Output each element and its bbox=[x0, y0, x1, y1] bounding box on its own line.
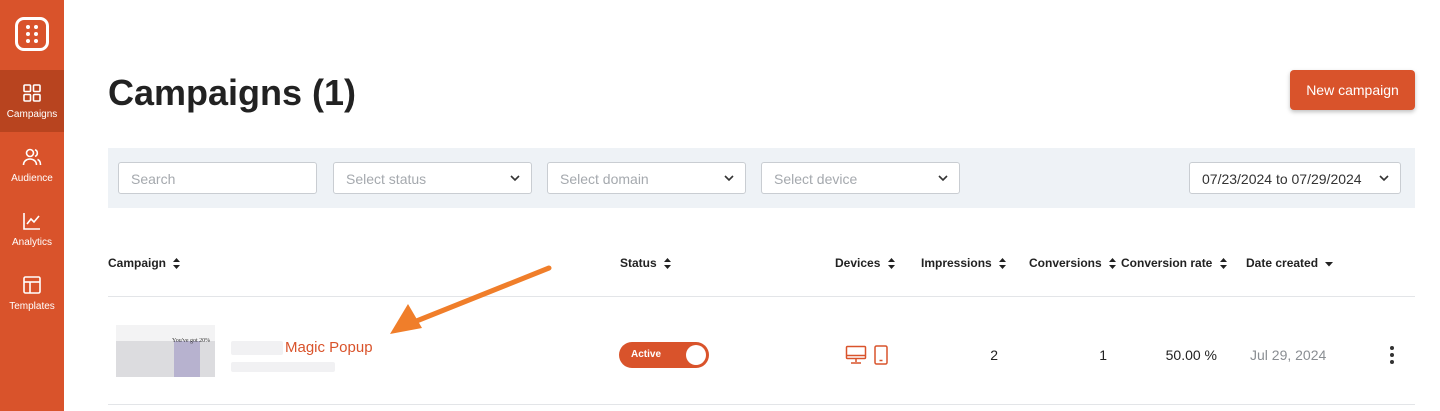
annotation-arrow-icon bbox=[390, 265, 552, 334]
sidebar-item-label: Analytics bbox=[11, 237, 52, 248]
status-select[interactable]: Select status bbox=[333, 162, 532, 194]
search-input[interactable]: Search bbox=[118, 162, 317, 194]
sidebar-item-analytics[interactable]: Analytics bbox=[0, 198, 64, 260]
sort-icon bbox=[173, 258, 181, 270]
new-campaign-button[interactable]: New campaign bbox=[1290, 70, 1415, 110]
sort-icon bbox=[999, 258, 1007, 270]
date-range-picker[interactable]: 07/23/2024 to 07/29/2024 bbox=[1189, 162, 1401, 194]
status-select-placeholder: Select status bbox=[346, 171, 427, 187]
domain-select-placeholder: Select domain bbox=[560, 171, 649, 187]
column-header-conversions[interactable]: Conversions bbox=[1029, 256, 1117, 270]
domain-select[interactable]: Select domain bbox=[547, 162, 746, 194]
column-header-status[interactable]: Status bbox=[620, 256, 672, 270]
campaign-thumbnail[interactable]: You've got 20% bbox=[116, 325, 215, 377]
chevron-down-icon bbox=[510, 175, 520, 182]
column-header-conversion-rate[interactable]: Conversion rate bbox=[1121, 256, 1227, 270]
column-header-label: Devices bbox=[835, 256, 881, 270]
grid-icon bbox=[23, 84, 41, 102]
impressions-value: 2 bbox=[990, 347, 998, 363]
date-range-value: 07/23/2024 to 07/29/2024 bbox=[1202, 171, 1362, 187]
device-select-placeholder: Select device bbox=[774, 171, 858, 187]
sort-icon bbox=[1219, 258, 1227, 270]
sort-desc-icon bbox=[1325, 261, 1334, 267]
search-placeholder: Search bbox=[131, 171, 176, 187]
column-header-impressions[interactable]: Impressions bbox=[921, 256, 1007, 270]
filter-bar: Search Select status Select domain Selec… bbox=[108, 148, 1415, 208]
column-header-label: Impressions bbox=[921, 256, 992, 270]
column-header-date-created[interactable]: Date created bbox=[1246, 256, 1334, 270]
sidebar-item-label: Campaigns bbox=[6, 109, 58, 120]
column-header-label: Status bbox=[620, 256, 657, 270]
chevron-down-icon bbox=[724, 175, 734, 182]
status-toggle-label: Active bbox=[631, 349, 662, 360]
sidebar-item-audience[interactable]: Audience bbox=[0, 134, 64, 196]
chevron-down-icon bbox=[938, 175, 948, 182]
desktop-icon bbox=[845, 345, 867, 364]
column-header-label: Campaign bbox=[108, 256, 167, 270]
row-divider bbox=[108, 404, 1415, 405]
conversions-value: 1 bbox=[1099, 347, 1107, 363]
page-title: Campaigns (1) bbox=[108, 72, 357, 113]
conversion-rate-value: 50.00 % bbox=[1165, 347, 1217, 363]
device-select[interactable]: Select device bbox=[761, 162, 960, 194]
chevron-down-icon bbox=[1379, 175, 1389, 182]
logo-icon[interactable] bbox=[15, 17, 49, 51]
sort-icon bbox=[887, 258, 895, 270]
date-created-value: Jul 29, 2024 bbox=[1250, 347, 1327, 363]
blurred-text bbox=[231, 341, 283, 355]
column-header-label: Date created bbox=[1246, 256, 1319, 270]
users-icon bbox=[22, 148, 42, 166]
sidebar-item-label: Templates bbox=[9, 301, 55, 312]
blurred-text bbox=[231, 362, 335, 372]
column-header-devices[interactable]: Devices bbox=[835, 256, 895, 270]
thumbnail-text: You've got 20% bbox=[172, 338, 211, 344]
layout-icon bbox=[23, 276, 41, 294]
header-divider bbox=[108, 296, 1415, 297]
sort-icon bbox=[1109, 258, 1117, 270]
sidebar-item-templates[interactable]: Templates bbox=[0, 262, 64, 324]
sort-icon bbox=[664, 258, 672, 270]
chart-line-icon bbox=[23, 213, 40, 230]
column-header-label: Conversions bbox=[1029, 256, 1102, 270]
column-header-label: Conversion rate bbox=[1121, 256, 1213, 270]
sidebar-item-label: Audience bbox=[11, 173, 53, 184]
mobile-icon bbox=[874, 345, 888, 365]
more-options-icon[interactable] bbox=[1384, 345, 1400, 367]
status-toggle[interactable]: Active bbox=[619, 342, 709, 368]
sidebar-item-campaigns[interactable]: Campaigns bbox=[0, 70, 64, 132]
sidebar: Campaigns Audience Analytics Templates bbox=[0, 0, 64, 411]
campaign-name-link[interactable]: Magic Popup bbox=[285, 339, 373, 356]
column-header-campaign[interactable]: Campaign bbox=[108, 256, 181, 270]
toggle-knob bbox=[686, 345, 706, 365]
